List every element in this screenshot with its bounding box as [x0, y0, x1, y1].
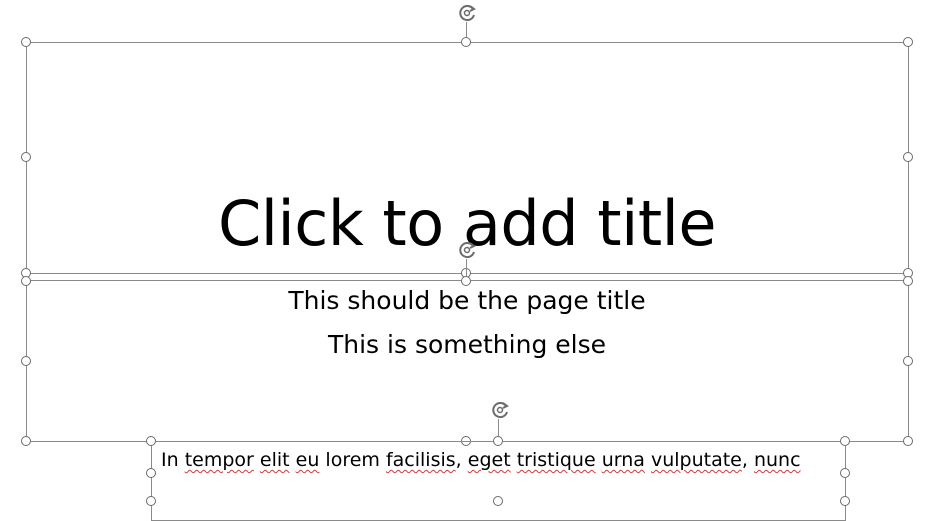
spellcheck-flagged-word: eu [295, 449, 320, 471]
body-resize-handle-tl[interactable] [146, 436, 156, 446]
subtitle-resize-handle-tr[interactable] [903, 276, 913, 286]
spellcheck-flagged-word: elit [259, 449, 290, 471]
spellcheck-flagged-word: nunc [753, 449, 801, 471]
subtitle-resize-handle-br[interactable] [903, 436, 913, 446]
body-resize-handle-tr[interactable] [840, 436, 850, 446]
body-text-segment: , [455, 449, 468, 471]
spellcheck-flagged-word: tempor [184, 449, 254, 471]
body-text-segment: , [741, 449, 754, 471]
subtitle-line-2[interactable]: This is something else [26, 330, 908, 360]
body-rotate-icon[interactable] [489, 399, 511, 421]
spellcheck-flagged-word: eget [467, 449, 511, 471]
subtitle-resize-handle-bl[interactable] [21, 436, 31, 446]
body-resize-handle-ml[interactable] [146, 468, 156, 478]
body-text-segment: In [161, 449, 185, 471]
body-resize-handle-tm[interactable] [493, 436, 503, 446]
title-rotate-icon[interactable] [456, 2, 478, 24]
title-resize-handle-ml[interactable] [21, 152, 31, 162]
title-resize-handle-tl[interactable] [21, 37, 31, 47]
spellcheck-flagged-word: vulputate [650, 449, 742, 471]
spellcheck-flagged-word: urna [601, 449, 645, 471]
subtitle-line-1[interactable]: This should be the page title [26, 286, 908, 316]
body-resize-handle-bm[interactable] [493, 496, 503, 506]
body-text[interactable]: In tempor elit eu lorem facilisis, eget … [161, 448, 801, 472]
body-resize-handle-mr[interactable] [840, 468, 850, 478]
title-resize-handle-tm[interactable] [461, 37, 471, 47]
title-resize-handle-tr[interactable] [903, 37, 913, 47]
spellcheck-flagged-word: facilisis [385, 449, 456, 471]
body-resize-handle-br[interactable] [840, 496, 850, 506]
title-resize-handle-mr[interactable] [903, 152, 913, 162]
body-text-segment: lorem [319, 449, 386, 471]
subtitle-rotate-icon[interactable] [456, 239, 478, 261]
body-resize-handle-bl[interactable] [146, 496, 156, 506]
subtitle-resize-handle-tl[interactable] [21, 276, 31, 286]
subtitle-resize-handle-tm[interactable] [461, 276, 471, 286]
spellcheck-flagged-word: tristique [516, 449, 596, 471]
